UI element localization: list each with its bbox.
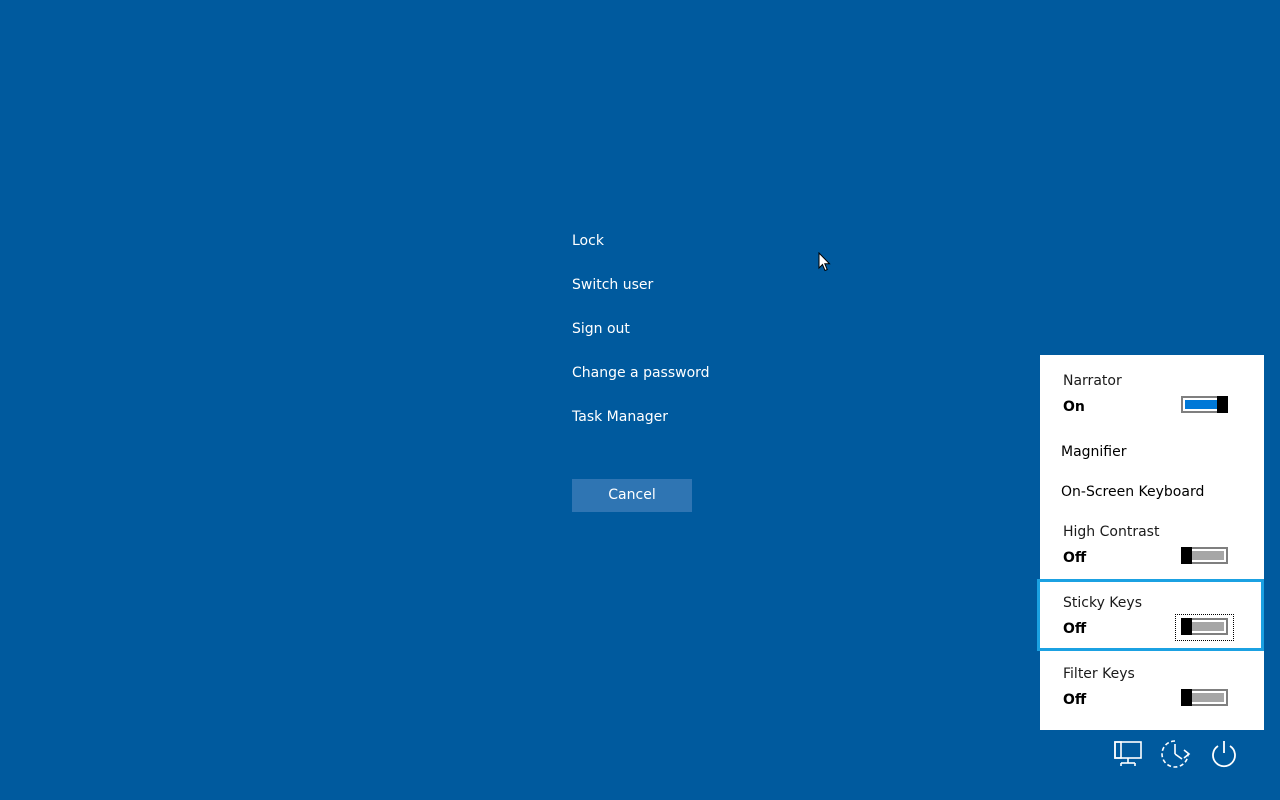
filter-keys-label: Filter Keys bbox=[1063, 666, 1135, 682]
sticky-keys-toggle[interactable] bbox=[1181, 618, 1228, 635]
lock-link[interactable]: Lock bbox=[572, 230, 604, 252]
sticky-keys-label: Sticky Keys bbox=[1063, 595, 1142, 611]
high-contrast-label: High Contrast bbox=[1063, 524, 1160, 540]
ease-of-access-panel: Narrator On Magnifier On-Screen Keyboard… bbox=[1037, 355, 1264, 730]
focus-highlight bbox=[1037, 579, 1264, 651]
power-icon[interactable] bbox=[1208, 738, 1240, 770]
narrator-state: On bbox=[1063, 399, 1085, 415]
toggle-knob bbox=[1217, 396, 1228, 413]
toggle-knob bbox=[1181, 618, 1192, 635]
sticky-keys-state: Off bbox=[1063, 621, 1087, 637]
network-icon[interactable] bbox=[1112, 738, 1144, 770]
toggle-knob bbox=[1181, 689, 1192, 706]
sign-out-link[interactable]: Sign out bbox=[572, 318, 630, 340]
high-contrast-toggle[interactable] bbox=[1181, 547, 1228, 564]
high-contrast-state: Off bbox=[1063, 550, 1087, 566]
switch-user-link[interactable]: Switch user bbox=[572, 274, 653, 296]
ease-of-access-icon[interactable] bbox=[1159, 738, 1193, 770]
cancel-button[interactable]: Cancel bbox=[572, 479, 692, 512]
toggle-knob bbox=[1181, 547, 1192, 564]
task-manager-link[interactable]: Task Manager bbox=[572, 406, 668, 428]
on-screen-keyboard-option[interactable]: On-Screen Keyboard bbox=[1061, 484, 1204, 500]
mouse-pointer-icon bbox=[818, 251, 832, 276]
filter-keys-toggle[interactable] bbox=[1181, 689, 1228, 706]
filter-keys-state: Off bbox=[1063, 692, 1087, 708]
narrator-label: Narrator bbox=[1063, 373, 1122, 389]
magnifier-option[interactable]: Magnifier bbox=[1061, 444, 1127, 460]
change-password-link[interactable]: Change a password bbox=[572, 362, 710, 384]
narrator-toggle[interactable] bbox=[1181, 396, 1228, 413]
